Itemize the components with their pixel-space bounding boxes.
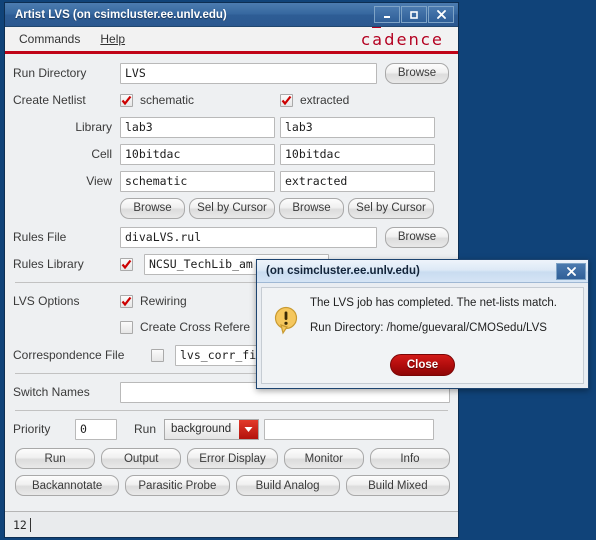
cadence-logo: cadence [361,29,444,49]
dialog-close-button[interactable] [556,262,586,280]
menu-help[interactable]: Help [100,32,125,46]
view-extracted-input[interactable]: extracted [280,170,435,192]
run-directory-label: Run Directory [13,66,87,80]
run-mode-value: background [171,423,232,435]
schematic-checkbox[interactable] [120,93,133,107]
dialog-message-line1: The LVS job has completed. The net-lists… [310,297,557,309]
dialog-message-line2: Run Directory: /home/guevaral/CMOSedu/LV… [310,322,547,334]
run-directory-row: Run Directory LVS Browse [13,62,450,84]
run-mode-label: Run [134,422,157,436]
error-display-button[interactable]: Error Display [187,448,278,469]
priority-label: Priority [13,422,51,436]
schematic-checkbox-group[interactable]: schematic [120,93,280,107]
menubar: Commands Help cadence [5,27,458,54]
dialog-close-action-button[interactable]: Close [389,354,456,376]
create-netlist-row: Create Netlist schematic extracted [13,89,450,111]
build-analog-button[interactable]: Build Analog [235,475,340,496]
menu-commands[interactable]: Commands [19,32,80,46]
checkmark-icon [121,95,132,105]
view-schematic-input[interactable]: schematic [120,170,275,192]
rules-file-label: Rules File [13,230,67,244]
maximize-button[interactable] [401,6,427,23]
dialog-titlebar[interactable]: (on csimcluster.ee.unlv.edu) [257,260,588,283]
cell-label: Cell [91,147,112,161]
run-directory-browse-button[interactable]: Browse [385,62,449,84]
text-caret [29,517,31,532]
window-controls [374,6,456,23]
chevron-down-icon [239,419,259,439]
info-button[interactable]: Info [369,448,451,469]
switch-names-label: Switch Names [13,385,90,399]
divider-3 [15,410,448,411]
create-netlist-label: Create Netlist [13,93,86,107]
menu-help-label: Help [100,32,126,46]
run-host-input[interactable] [264,418,435,440]
statusbar-text: 12 [13,517,27,532]
rewiring-checkbox[interactable] [120,294,133,308]
schematic-browse-button[interactable]: Browse [120,197,185,219]
dialog-title: (on csimcluster.ee.unlv.edu) [266,265,420,277]
extracted-sel-by-cursor-button[interactable]: Sel by Cursor [348,197,434,219]
minimize-icon [384,15,390,18]
checkmark-icon [121,296,132,306]
lvs-options-label: LVS Options [13,294,80,308]
close-icon [566,266,576,276]
extracted-browse-button[interactable]: Browse [279,197,344,219]
library-schematic-input[interactable]: lab3 [120,116,275,138]
create-cross-reference-label: Create Cross Refere [140,320,251,334]
warning-icon [272,297,306,354]
close-icon [436,10,446,19]
window-title: Artist LVS (on csimcluster.ee.unlv.edu) [15,8,227,21]
correspondence-file-checkbox[interactable] [151,348,164,362]
run-button[interactable]: Run [15,448,96,469]
extracted-checkbox[interactable] [280,93,293,107]
library-extracted-input[interactable]: lab3 [280,116,435,138]
monitor-button[interactable]: Monitor [283,448,364,469]
rules-file-input[interactable]: divaLVS.rul [120,226,377,248]
dialog-messages: The LVS job has completed. The net-lists… [306,297,573,354]
action-buttons-row-1: Run Output Error Display Monitor Info [13,448,451,469]
run-mode-select[interactable]: background [164,418,260,440]
maximize-icon [410,10,418,19]
rules-file-row: Rules File divaLVS.rul Browse [13,226,450,248]
cell-schematic-input[interactable]: 10bitdac [120,143,275,165]
dialog-footer: Close [262,354,583,383]
statusbar[interactable]: 12 [5,511,458,537]
output-button[interactable]: Output [101,448,182,469]
close-button[interactable] [428,6,454,23]
lvs-completion-dialog: (on csimcluster.ee.unlv.edu) The LVS job… [256,259,589,389]
parasitic-probe-button[interactable]: Parasitic Probe [125,475,230,496]
run-directory-input[interactable]: LVS [120,62,377,84]
rules-library-label: Rules Library [13,257,84,271]
library-label: Library [75,120,112,134]
cell-extracted-input[interactable]: 10bitdac [280,143,435,165]
view-row: View schematic extracted [13,170,450,192]
dialog-body: The LVS job has completed. The net-lists… [261,287,584,384]
rewiring-label: Rewiring [140,294,187,308]
backannotate-button[interactable]: Backannotate [15,475,120,496]
schematic-sel-by-cursor-button[interactable]: Sel by Cursor [189,197,275,219]
netlist-buttons-row: Browse Sel by Cursor Browse Sel by Curso… [13,197,450,219]
priority-run-row: Priority 0 Run background [13,418,450,440]
checkmark-icon [281,95,292,105]
window-titlebar[interactable]: Artist LVS (on csimcluster.ee.unlv.edu) [5,3,458,27]
create-cross-reference-checkbox[interactable] [120,320,133,334]
action-buttons-row-2: Backannotate Parasitic Probe Build Analo… [13,475,450,496]
view-label: View [86,174,112,188]
dialog-content: The LVS job has completed. The net-lists… [262,288,583,354]
rules-library-checkbox[interactable] [120,257,133,271]
cell-row: Cell 10bitdac 10bitdac [13,143,450,165]
build-mixed-button[interactable]: Build Mixed [345,475,450,496]
minimize-button[interactable] [374,6,400,23]
correspondence-file-label: Correspondence File [13,348,125,362]
priority-input[interactable]: 0 [75,418,117,440]
library-row: Library lab3 lab3 [13,116,450,138]
checkmark-icon [121,259,132,269]
extracted-checkbox-group[interactable]: extracted [280,93,440,107]
rules-file-browse-button[interactable]: Browse [385,226,449,248]
schematic-label: schematic [140,93,195,107]
extracted-label: extracted [300,93,350,107]
